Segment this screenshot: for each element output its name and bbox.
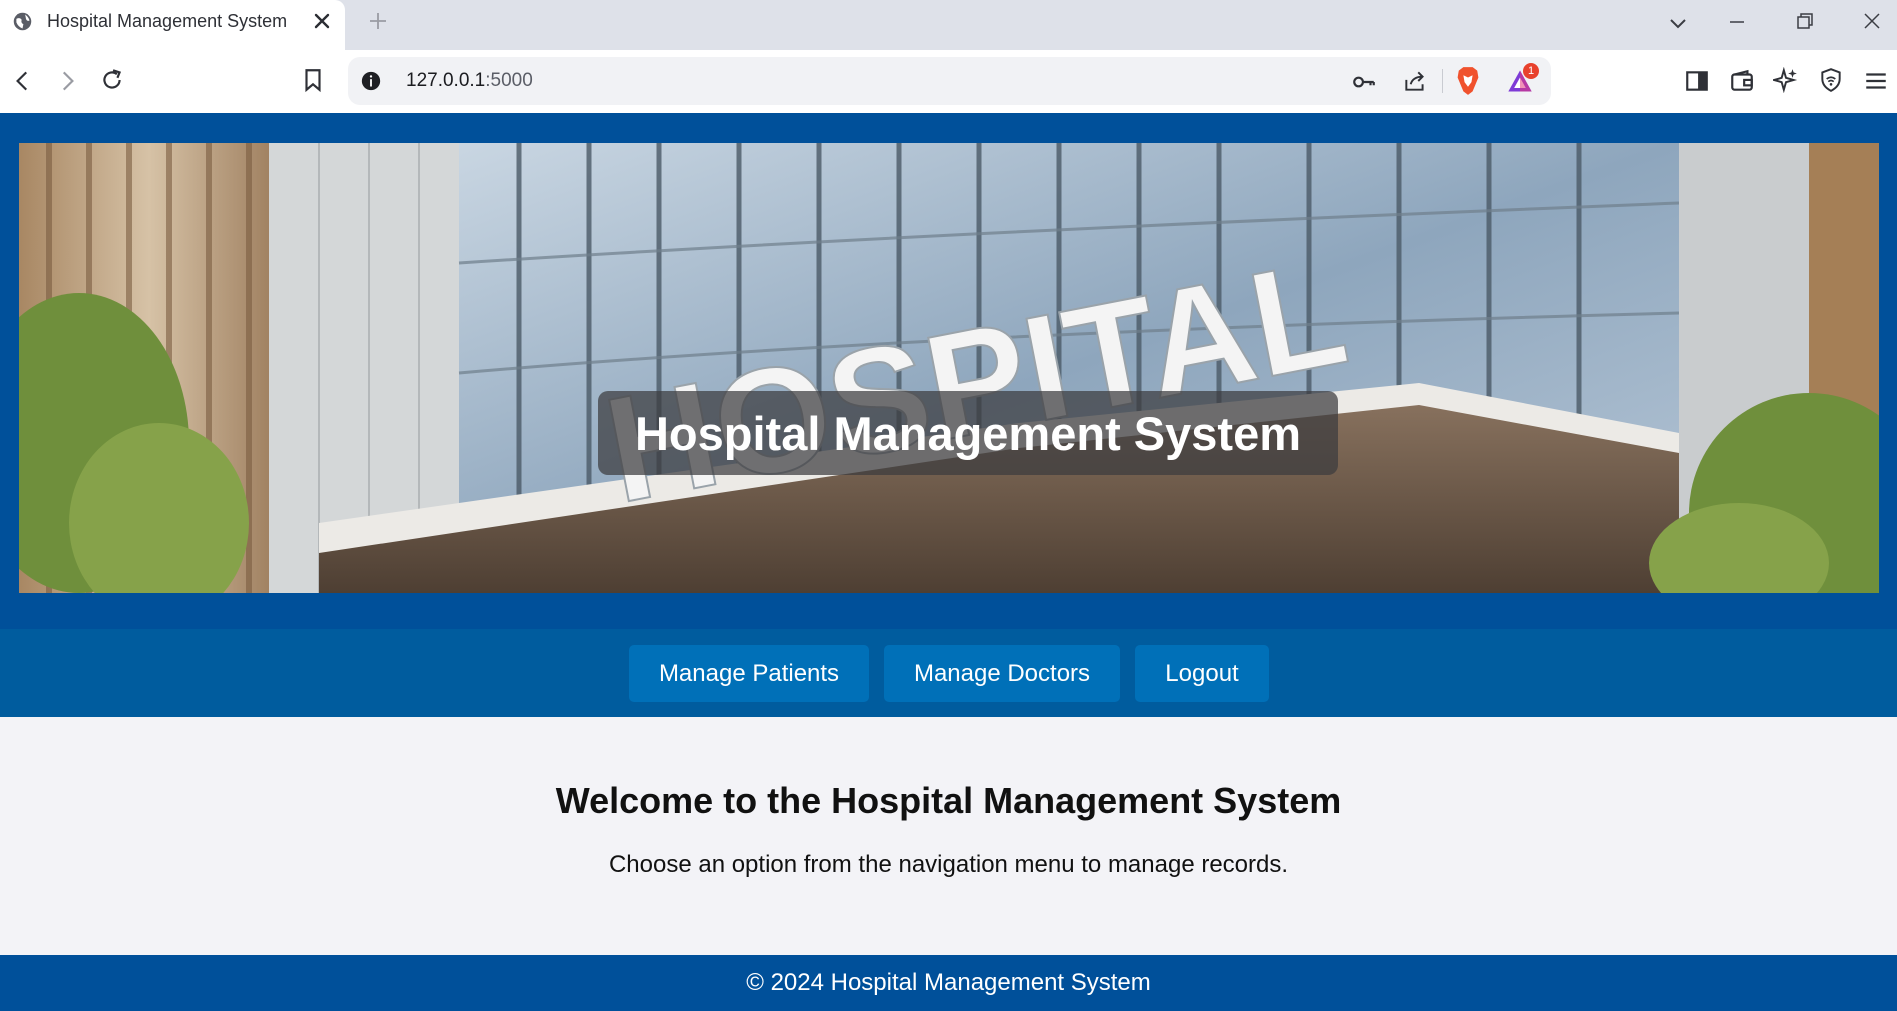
site-header: HOSPITAL Hospital Management System <box>0 113 1897 629</box>
notification-badge: 1 <box>1523 63 1539 79</box>
back-icon[interactable] <box>10 68 36 94</box>
share-icon[interactable] <box>1402 68 1428 94</box>
url-text[interactable]: 127.0.0.1:5000 <box>406 70 533 92</box>
close-icon[interactable] <box>310 9 334 33</box>
new-tab-icon[interactable] <box>366 9 390 33</box>
globe-icon <box>13 12 32 31</box>
url-host: 127.0.0.1 <box>406 70 486 91</box>
web-page: HOSPITAL Hospital Management System Mana… <box>0 113 1897 1011</box>
bookmark-icon[interactable] <box>300 67 326 93</box>
browser-tab-strip: Hospital Management System <box>0 0 1897 50</box>
key-icon[interactable] <box>1351 69 1377 95</box>
omnibox-divider <box>1442 69 1443 93</box>
reload-icon[interactable] <box>99 67 125 93</box>
site-footer: © 2024 Hospital Management System <box>0 955 1897 1011</box>
welcome-heading: Welcome to the Hospital Management Syste… <box>555 780 1342 821</box>
minimize-icon[interactable] <box>1725 10 1749 34</box>
chevron-down-icon[interactable] <box>1666 11 1690 35</box>
main-content: Welcome to the Hospital Management Syste… <box>0 717 1897 955</box>
sidebar-icon[interactable] <box>1684 68 1710 94</box>
logout-button[interactable]: Logout <box>1135 645 1269 702</box>
wallet-icon[interactable] <box>1729 68 1755 94</box>
manage-doctors-button[interactable]: Manage Doctors <box>884 645 1120 702</box>
restore-icon[interactable] <box>1793 9 1817 33</box>
menu-icon[interactable] <box>1863 68 1889 94</box>
main-navigation: Manage Patients Manage Doctors Logout <box>0 629 1897 717</box>
leo-ai-icon[interactable] <box>1773 67 1799 93</box>
window-close-icon[interactable] <box>1860 9 1884 33</box>
manage-patients-button[interactable]: Manage Patients <box>629 645 869 702</box>
url-port: :5000 <box>485 70 533 91</box>
footer-text: © 2024 Hospital Management System <box>746 969 1151 996</box>
address-bar[interactable]: 127.0.0.1:5000 <box>348 57 1551 105</box>
vpn-shield-icon[interactable] <box>1818 67 1844 93</box>
welcome-description: Choose an option from the navigation men… <box>608 851 1289 878</box>
site-info-icon[interactable] <box>360 70 382 92</box>
browser-toolbar: 127.0.0.1:5000 1 <box>0 50 1897 113</box>
hero-image: HOSPITAL Hospital Management System <box>19 143 1879 593</box>
hero-title: Hospital Management System <box>598 391 1338 475</box>
browser-tab[interactable]: Hospital Management System <box>0 0 345 50</box>
hospital-building-image: HOSPITAL <box>19 143 1879 593</box>
forward-icon[interactable] <box>54 68 80 94</box>
brave-shield-icon[interactable] <box>1454 66 1482 96</box>
tab-title: Hospital Management System <box>47 11 288 31</box>
